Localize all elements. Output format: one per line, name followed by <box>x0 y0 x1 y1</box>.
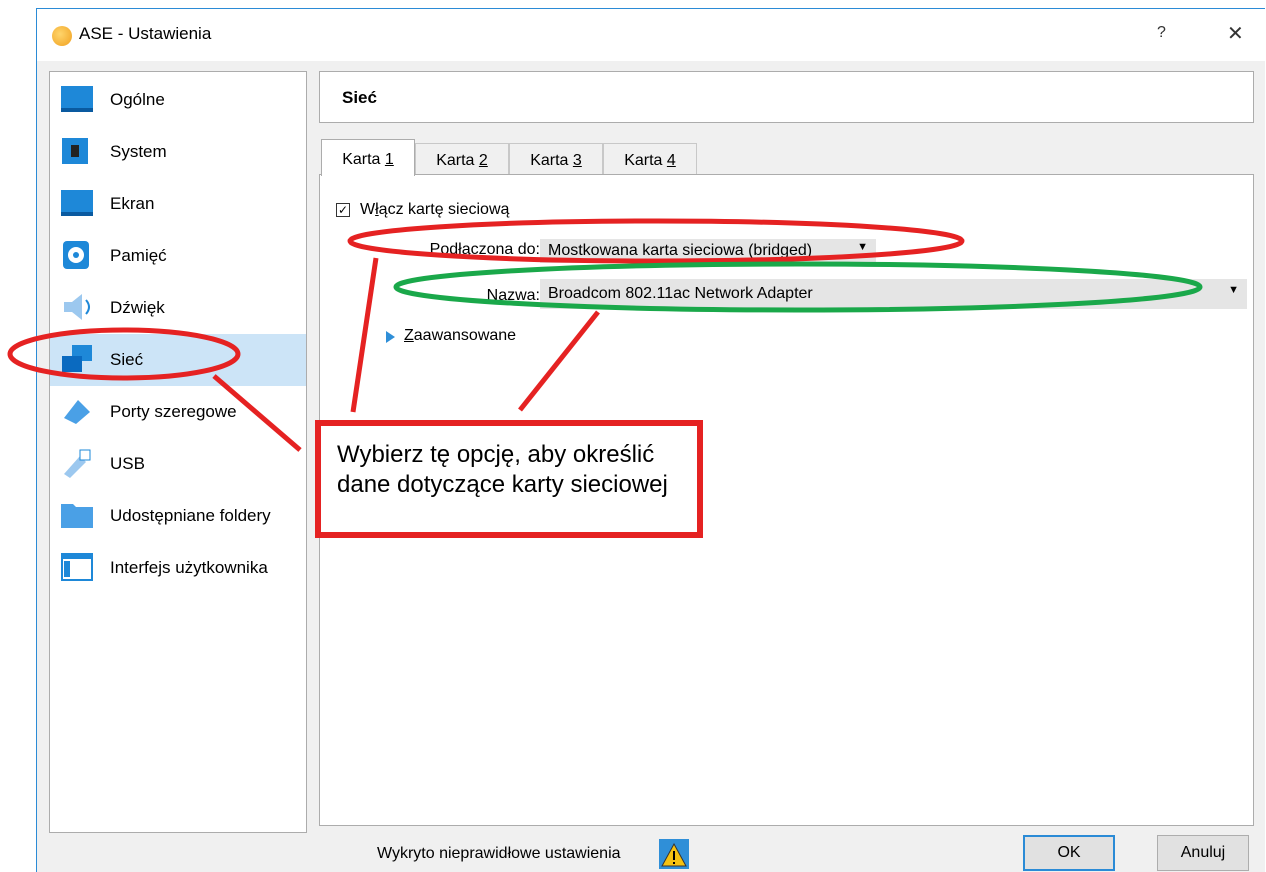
page-header: Sieć <box>319 71 1254 123</box>
label-shortcut: N <box>486 287 499 304</box>
tab-adapter-2[interactable]: Karta 2 <box>415 143 509 175</box>
label-shortcut: ą <box>461 241 471 258</box>
warning-icon[interactable] <box>659 839 689 869</box>
label-part: W <box>360 201 376 218</box>
settings-sidebar: Ogólne System Ekran Pamięć Dźwięk Sieć P… <box>49 71 307 833</box>
label-part: ącz kartę sieciową <box>378 201 510 218</box>
tab-adapter-4[interactable]: Karta 4 <box>603 143 697 175</box>
cancel-button[interactable]: Anuluj <box>1157 835 1249 871</box>
sidebar-item-network[interactable]: Sieć <box>50 334 306 386</box>
sidebar-item-storage[interactable]: Pamięć <box>50 230 306 282</box>
label-part: aawansowane <box>413 327 517 344</box>
close-icon[interactable]: ✕ <box>1227 21 1244 46</box>
sidebar-item-label: Sieć <box>110 350 144 369</box>
sidebar-item-label: Ogólne <box>110 90 165 109</box>
label-shortcut: Z <box>404 327 414 344</box>
sidebar-item-shared-folders[interactable]: Udostępniane foldery <box>50 490 306 542</box>
sidebar-item-system[interactable]: System <box>50 126 306 178</box>
name-label: Nazwa: <box>390 287 540 305</box>
tab-label: Karta <box>624 152 667 169</box>
tab-adapter-3[interactable]: Karta 3 <box>509 143 603 175</box>
page-title: Sieć <box>342 88 377 107</box>
help-button[interactable]: ? <box>1157 24 1166 42</box>
sidebar-item-label: Porty szeregowe <box>110 402 237 421</box>
tab-shortcut: 3 <box>572 152 582 169</box>
ok-button[interactable]: OK <box>1023 835 1115 871</box>
label-part: Podł <box>429 241 462 258</box>
tab-label: Karta <box>436 152 479 169</box>
status-text: Wykryto nieprawidłowe ustawienia <box>377 845 621 862</box>
sidebar-item-label: System <box>110 142 167 161</box>
sidebar-item-audio[interactable]: Dźwięk <box>50 282 306 334</box>
usb-icon <box>64 449 91 478</box>
advanced-toggle[interactable]: Zaawansowane <box>404 327 516 345</box>
label-part: czona do: <box>470 241 540 258</box>
ui-icon <box>61 553 93 581</box>
tab-shortcut: 4 <box>666 152 676 169</box>
sidebar-item-label: Ekran <box>110 194 155 213</box>
enable-adapter-checkbox[interactable]: ✓ <box>336 203 350 217</box>
attached-to-select[interactable]: Mostkowana karta sieciowa (bridged) ▼ <box>540 239 876 263</box>
sidebar-item-label: Interfejs użytkownika <box>110 558 268 577</box>
adapter-name-value: Broadcom 802.11ac Network Adapter <box>548 285 813 302</box>
display-icon <box>61 190 93 216</box>
general-icon <box>61 86 93 112</box>
tab-label: Karta <box>530 152 573 169</box>
adapter-name-select[interactable]: Broadcom 802.11ac Network Adapter ▼ <box>540 279 1247 309</box>
chevron-down-icon: ▼ <box>1228 284 1239 296</box>
attached-to-label: Podłączona do: <box>390 241 540 259</box>
sidebar-item-label: Udostępniane foldery <box>110 506 271 525</box>
sidebar-item-label: USB <box>110 454 145 473</box>
attached-to-value: Mostkowana karta sieciowa (bridged) <box>548 242 813 259</box>
sidebar-item-user-interface[interactable]: Interfejs użytkownika <box>50 542 306 594</box>
app-icon <box>52 26 72 46</box>
sidebar-item-display[interactable]: Ekran <box>50 178 306 230</box>
folder-icon <box>61 504 93 528</box>
sidebar-item-usb[interactable]: USB <box>50 438 306 490</box>
tab-label: Karta <box>342 151 385 168</box>
speaker-icon <box>64 294 90 320</box>
sidebar-item-serial-ports[interactable]: Porty szeregowe <box>50 386 306 438</box>
chip-icon <box>62 138 88 164</box>
window-title: ASE - Ustawienia <box>79 24 212 43</box>
tab-adapter-1[interactable]: Karta 1 <box>321 139 415 176</box>
title-bar: ASE - Ustawienia ? ✕ <box>37 9 1265 61</box>
enable-adapter-label[interactable]: Włącz kartę sieciową <box>360 201 509 219</box>
chevron-down-icon: ▼ <box>857 241 868 253</box>
sidebar-item-label: Dźwięk <box>110 298 165 317</box>
callout-text: Wybierz tę opcję, aby określić dane doty… <box>337 441 668 498</box>
expand-arrow-icon[interactable] <box>386 331 395 343</box>
serial-port-icon <box>64 400 90 424</box>
tab-shortcut: 1 <box>384 151 394 168</box>
annotation-callout: Wybierz tę opcję, aby określić dane doty… <box>315 420 703 538</box>
sidebar-item-general[interactable]: Ogólne <box>50 74 306 126</box>
disk-icon <box>63 241 89 269</box>
tab-shortcut: 2 <box>478 152 488 169</box>
sidebar-item-label: Pamięć <box>110 246 167 265</box>
label-part: azwa: <box>498 287 540 304</box>
network-icon <box>62 345 92 372</box>
